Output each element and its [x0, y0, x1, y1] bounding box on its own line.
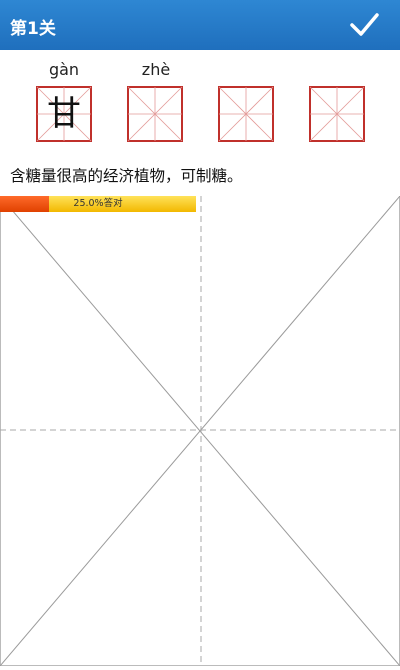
hint-sentence: 含糖量很高的经济植物，可制糖。 — [10, 167, 243, 185]
checkmark-icon — [350, 13, 379, 36]
cell-character — [127, 86, 183, 142]
progress-bar: 25.0%答对 — [0, 196, 196, 212]
title-bar: 第1关 — [0, 0, 400, 50]
cell-character: 甘 — [47, 94, 81, 134]
character-cell-3[interactable] — [218, 86, 274, 142]
character-cell-4[interactable] — [309, 86, 365, 142]
writing-canvas[interactable] — [0, 195, 400, 667]
pinyin-label-2: zhè — [141, 60, 171, 79]
level-title: 第1关 — [10, 19, 56, 39]
character-cell-2[interactable] — [127, 86, 183, 142]
progress-label: 25.0%答对 — [73, 198, 123, 209]
pinyin-label-1: gàn — [48, 60, 80, 79]
character-cell-1[interactable]: 甘 — [36, 86, 92, 142]
confirm-button[interactable] — [342, 8, 386, 42]
cell-character — [218, 86, 274, 142]
cell-character — [309, 86, 365, 142]
writing-grid — [0, 195, 400, 667]
